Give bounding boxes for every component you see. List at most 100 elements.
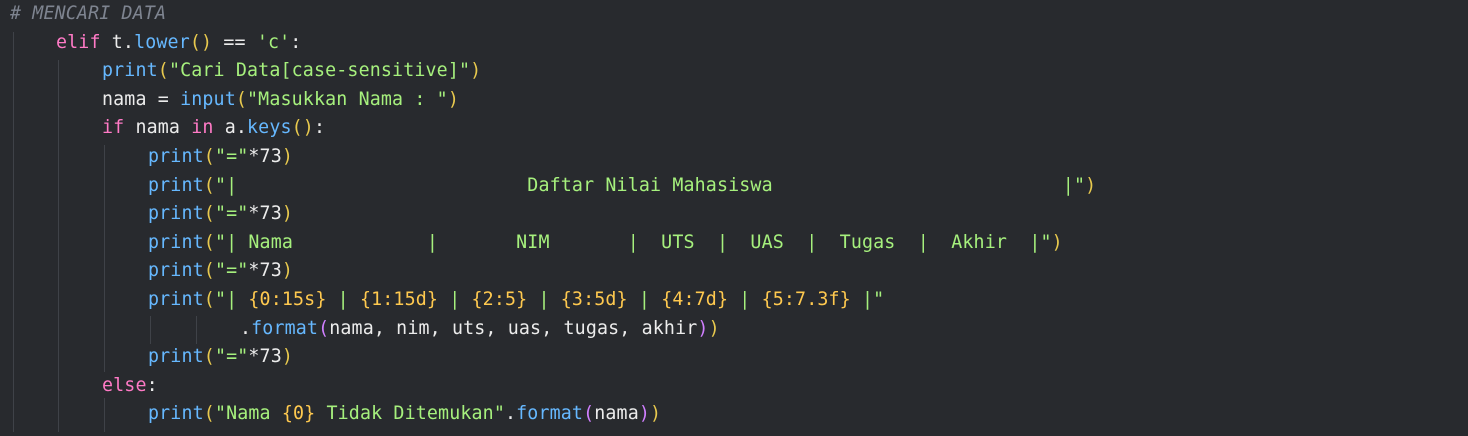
code-token-paren2: (	[583, 403, 595, 425]
code-token-plain: t.	[100, 31, 135, 53]
code-token-fn: print	[148, 403, 204, 425]
code-line[interactable]: print("="*73)	[148, 343, 293, 371]
code-token-str: "Cari Data[case-sensitive]"	[168, 60, 471, 82]
code-token-paren: )	[470, 60, 482, 82]
indent-guide	[58, 60, 59, 432]
code-line[interactable]: # MENCARI DATA	[10, 0, 166, 28]
code-token-paren: (	[203, 403, 215, 425]
code-token-paren: )	[281, 346, 294, 368]
code-token-paren2: (	[318, 317, 330, 339]
code-line[interactable]: if nama in a.keys():	[102, 114, 325, 142]
code-token-plain: *73	[248, 146, 282, 167]
code-token-fn: print	[148, 231, 204, 253]
code-token-kw: if	[102, 117, 125, 139]
code-token-plain: nama	[594, 403, 639, 425]
code-token-kw: else	[102, 374, 147, 396]
code-token-fmt: {0}	[281, 403, 316, 425]
indent-guide	[13, 32, 14, 432]
code-token-fn: print	[148, 260, 204, 282]
code-token-plain: ==	[212, 31, 257, 53]
code-token-paren: )	[281, 260, 294, 282]
code-token-fn: print	[102, 60, 158, 82]
code-token-fmt: {2:5}	[471, 289, 528, 310]
indent-guide	[196, 316, 197, 344]
code-token-paren: ()	[291, 117, 314, 139]
code-token-fn: input	[180, 88, 236, 110]
code-token-str: "|	[214, 289, 249, 310]
code-token-paren2: )	[638, 403, 651, 425]
code-token-plain: nama =	[102, 88, 181, 110]
code-token-paren: (	[203, 231, 215, 253]
code-token-paren: (	[235, 88, 248, 110]
code-token-fn: print	[148, 346, 204, 368]
code-token-fn: print	[148, 146, 204, 167]
code-token-paren: ()	[189, 31, 213, 53]
code-editor[interactable]: # MENCARI DATA elif t.lower() == 'c': prin…	[0, 0, 1468, 436]
code-token-fn: format	[516, 403, 584, 425]
code-token-fmt: {1:15d}	[359, 289, 439, 310]
code-token-plain: *73	[248, 260, 282, 282]
code-token-fmt: {5:7.3f}	[761, 289, 851, 310]
code-token-kw: elif	[56, 31, 101, 53]
code-token-str: "="	[214, 260, 249, 282]
code-token-paren: (	[203, 289, 215, 310]
code-line[interactable]: print("| Daftar Nilai Mahasiswa |")	[148, 172, 1096, 200]
code-token-str: "="	[214, 146, 249, 167]
code-token-str: "="	[214, 203, 249, 225]
code-token-paren: (	[203, 146, 215, 167]
indent-guide	[104, 145, 105, 372]
code-token-paren: )	[650, 403, 662, 425]
code-token-str: |"	[850, 289, 885, 310]
code-token-paren: )	[708, 317, 720, 339]
code-token-paren: (	[203, 174, 215, 196]
code-token-plain: *73	[248, 346, 282, 368]
code-line[interactable]: print("| Nama | NIM | UTS | UAS | Tugas …	[148, 229, 1063, 257]
code-token-paren: (	[203, 203, 215, 225]
code-line[interactable]: print("="*73)	[148, 200, 293, 228]
code-line[interactable]: print("Nama {0} Tidak Ditemukan".format(…	[148, 400, 661, 428]
code-token-paren: )	[281, 203, 294, 225]
code-token-plain: .	[505, 403, 517, 425]
code-token-plain: :	[146, 374, 158, 396]
code-token-plain: .	[240, 317, 252, 339]
code-token-fmt: {0:15s}	[248, 289, 327, 310]
code-token-fn: print	[148, 203, 204, 225]
code-token-str: "| Daftar Nilai Mahasiswa |"	[214, 174, 1086, 196]
code-token-fmt: {3:5d}	[560, 289, 628, 310]
code-token-plain: nama, nim, uts, uas, tugas, akhir	[329, 317, 698, 339]
code-token-str: "| Nama | NIM | UTS | UAS | Tugas | Akhi…	[214, 231, 1052, 253]
code-token-str: |	[326, 289, 360, 310]
code-token-plain: :	[313, 117, 326, 139]
code-line[interactable]: .format(nama, nim, uts, uas, tugas, akhi…	[240, 315, 720, 343]
indent-guide	[104, 398, 105, 432]
code-token-str: 'c'	[256, 31, 291, 53]
code-line[interactable]: elif t.lower() == 'c':	[56, 29, 301, 57]
code-token-paren: )	[1085, 174, 1097, 196]
code-token-paren: )	[281, 146, 294, 167]
code-token-str: |	[728, 289, 762, 310]
code-line[interactable]: print("="*73)	[148, 257, 293, 285]
code-line[interactable]: nama = input("Masukkan Nama : ")	[102, 86, 459, 114]
code-token-paren2: )	[697, 317, 709, 339]
code-token-str: |	[438, 289, 472, 310]
code-token-plain: *73	[248, 203, 282, 225]
code-token-plain: a.	[213, 117, 248, 139]
code-token-fn: keys	[247, 117, 292, 139]
code-token-str: "Masukkan Nama : "	[247, 88, 448, 110]
code-token-str: "="	[214, 346, 249, 368]
code-token-plain: nama	[124, 117, 192, 139]
code-token-kw: in	[191, 117, 214, 139]
code-token-paren: (	[157, 60, 169, 82]
code-token-fmt: {4:7d}	[661, 289, 729, 310]
code-line[interactable]: else:	[102, 372, 158, 400]
code-line[interactable]: print("="*73)	[148, 143, 293, 171]
code-token-str: "Nama	[214, 403, 282, 425]
code-token-paren: (	[203, 260, 215, 282]
code-token-fn: print	[148, 289, 204, 310]
code-line[interactable]: print("Cari Data[case-sensitive]")	[102, 57, 481, 85]
code-token-paren: (	[203, 346, 215, 368]
code-token-fn: format	[251, 317, 319, 339]
code-token-paren: )	[1051, 231, 1063, 253]
code-line[interactable]: print("| {0:15s} | {1:15d} | {2:5} | {3:…	[148, 286, 884, 314]
code-token-fn: print	[148, 174, 204, 196]
